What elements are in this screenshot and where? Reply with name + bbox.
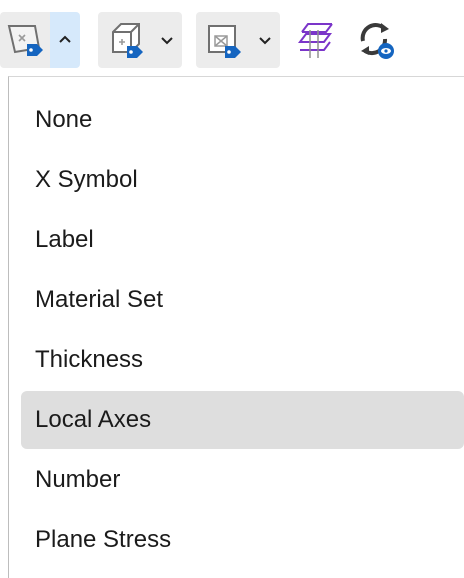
menu-item-local-axes[interactable]: Local Axes — [21, 391, 464, 449]
menu-item-label[interactable]: Label — [21, 211, 464, 269]
display-toolbar — [0, 0, 464, 80]
plate-label-split-button[interactable] — [0, 12, 80, 68]
menu-item-material-set[interactable]: Material Set — [21, 271, 464, 329]
display-option-menu: None X Symbol Label Material Set Thickne… — [21, 91, 464, 571]
element-filter-split-button[interactable] — [196, 12, 280, 68]
display-option-dropdown: None X Symbol Label Material Set Thickne… — [8, 76, 464, 578]
refresh-view-button[interactable] — [352, 12, 400, 68]
menu-item-none[interactable]: None — [21, 91, 464, 149]
chevron-down-icon[interactable] — [250, 12, 280, 68]
refresh-view-icon[interactable] — [352, 12, 400, 68]
plate-label-icon[interactable] — [0, 12, 50, 68]
menu-item-x-symbol[interactable]: X Symbol — [21, 151, 464, 209]
grid-layers-icon[interactable] — [292, 12, 340, 68]
menu-item-plane-stress[interactable]: Plane Stress — [21, 511, 464, 569]
chevron-up-icon[interactable] — [50, 12, 80, 68]
menu-item-number[interactable]: Number — [21, 451, 464, 509]
cube-display-icon[interactable] — [98, 12, 152, 68]
menu-item-thickness[interactable]: Thickness — [21, 331, 464, 389]
app-stage: None X Symbol Label Material Set Thickne… — [0, 0, 464, 578]
chevron-down-icon[interactable] — [152, 12, 182, 68]
element-filter-icon[interactable] — [196, 12, 250, 68]
cube-display-split-button[interactable] — [98, 12, 182, 68]
grid-layers-button[interactable] — [292, 12, 340, 68]
